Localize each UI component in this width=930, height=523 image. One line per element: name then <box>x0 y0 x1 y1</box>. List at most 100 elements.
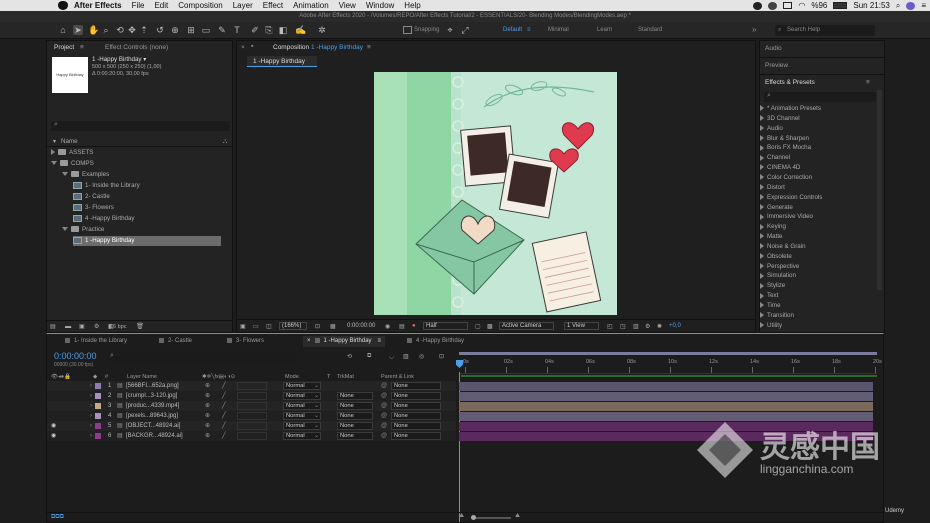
mode-dropdown-icon[interactable]: ⌄ <box>314 421 319 431</box>
effect-category[interactable]: Blur & Sharpen <box>760 134 809 144</box>
timeline-tab[interactable]: 1- Inside the Library <box>61 336 131 347</box>
project-item[interactable]: COMPS <box>51 159 94 169</box>
collapsed-icon[interactable] <box>51 149 55 156</box>
collapsed-icon[interactable] <box>760 292 764 299</box>
menu-window[interactable]: Window <box>366 1 394 10</box>
shy-switch-icon[interactable]: ⊕ <box>205 411 210 421</box>
project-item[interactable]: 3- Flowers <box>73 203 114 213</box>
expand-icon[interactable]: › <box>90 381 92 391</box>
menu-view[interactable]: View <box>339 1 356 10</box>
mode-header[interactable]: Mode <box>285 374 299 380</box>
shy-switch-icon[interactable]: ⊕ <box>205 401 210 411</box>
project-item[interactable]: 1 -Happy Birthday <box>73 236 221 246</box>
quality-switch-icon[interactable]: ╱ <box>222 381 226 391</box>
home-icon[interactable]: ⌂ <box>58 25 68 35</box>
zoom-slider[interactable] <box>471 515 511 520</box>
pickwhip-icon[interactable]: @ <box>381 401 387 411</box>
comp-canvas[interactable] <box>374 72 617 315</box>
fast-preview-icon[interactable]: ◳ <box>620 323 626 330</box>
expand-icon[interactable]: › <box>90 421 92 431</box>
frame-blending-icon[interactable]: ▥ <box>403 353 409 360</box>
draft-3d-icon[interactable]: ⧉ <box>367 353 371 360</box>
collapsed-icon[interactable] <box>760 322 764 329</box>
pan-camera-icon[interactable]: ✥ <box>127 25 137 35</box>
effects-menu-icon[interactable]: ≡ <box>866 79 870 86</box>
snap-options-icon[interactable]: ⤢ <box>460 25 470 35</box>
trash-icon[interactable]: 🗑 <box>136 322 144 332</box>
layer-name[interactable]: [crumpl...3-120.jpg] <box>126 391 177 401</box>
workspace-learn[interactable]: Learn <box>597 27 612 33</box>
layer-name[interactable]: [produc...4339.mp4] <box>126 401 179 411</box>
collapsed-icon[interactable] <box>760 262 764 269</box>
fit-icon[interactable]: ⊡ <box>315 323 320 330</box>
mode-dropdown-icon[interactable]: ⌄ <box>314 391 319 401</box>
effect-category[interactable]: Utility <box>760 321 782 331</box>
flowchart-viewer-icon[interactable]: ⚙ <box>645 323 650 330</box>
quality-switch-icon[interactable]: ╱ <box>222 391 226 401</box>
tab-menu-icon[interactable]: ≡ <box>378 338 382 344</box>
collapsed-icon[interactable] <box>760 154 764 161</box>
collapsed-icon[interactable] <box>760 253 764 260</box>
app-menu[interactable]: After Effects <box>74 1 122 10</box>
view-layout-dropdown[interactable]: 1 View <box>564 322 599 330</box>
zoom-tool-icon[interactable]: ⌕ <box>101 25 111 35</box>
timeline-search-input[interactable]: ⌕ <box>107 352 297 362</box>
pickwhip-icon[interactable]: @ <box>381 431 387 441</box>
mode-dropdown-icon[interactable]: ⌄ <box>314 431 319 441</box>
project-item[interactable]: ASSETS <box>51 148 93 158</box>
snapshot-icon[interactable]: ◉ <box>385 323 390 330</box>
expand-icon[interactable]: › <box>90 391 92 401</box>
clock[interactable]: Sun 21:53 <box>853 1 889 10</box>
collapsed-icon[interactable] <box>760 174 764 181</box>
layer-row[interactable]: ◉ › 5 ▤ [OBJECT...48924.ai] ⊕ ╱ Normal ⌄ None @ Non… <box>47 421 456 431</box>
effect-category[interactable]: 3D Channel <box>760 114 800 124</box>
apple-icon[interactable] <box>58 1 68 10</box>
selection-tool-icon[interactable]: ➤ <box>73 25 83 35</box>
pickwhip-icon[interactable]: @ <box>381 391 387 401</box>
menu-edit[interactable]: Edit <box>154 1 168 10</box>
rectangle-tool-icon[interactable]: ▭ <box>201 25 211 35</box>
quality-switch-icon[interactable]: ╱ <box>222 431 226 441</box>
collapsed-icon[interactable] <box>760 272 764 279</box>
effect-category[interactable]: Color Correction <box>760 173 812 183</box>
new-folder-icon[interactable]: ▬ <box>65 322 71 332</box>
timeline-tab[interactable]: × 1 -Happy Birthday ≡ <box>303 336 386 347</box>
pickwhip-icon[interactable]: @ <box>381 411 387 421</box>
project-settings-icon[interactable]: ⚙ <box>94 322 100 332</box>
menu-composition[interactable]: Composition <box>178 1 222 10</box>
effect-category[interactable]: Noise & Grain <box>760 242 806 252</box>
project-item[interactable]: 2- Castle <box>73 192 110 202</box>
zoom-dropdown[interactable]: (166%) <box>279 322 307 330</box>
collapsed-icon[interactable] <box>760 233 764 240</box>
collapsed-icon[interactable] <box>760 282 764 289</box>
trkmat-dropdown[interactable]: None <box>337 432 373 440</box>
visibility-eye-icon[interactable]: ◉ <box>51 421 56 431</box>
switch-boxes[interactable] <box>237 422 267 430</box>
effect-category[interactable]: CINEMA 4D <box>760 163 800 173</box>
mode-dropdown-icon[interactable]: ⌄ <box>314 381 319 391</box>
eraser-tool-icon[interactable]: ◧ <box>278 25 288 35</box>
shy-switch-icon[interactable]: ⊕ <box>205 391 210 401</box>
project-search-input[interactable]: ⌕ <box>51 121 230 131</box>
effect-category[interactable]: Text <box>760 291 778 301</box>
tab-effect-controls[interactable]: Effect Controls (none) <box>105 44 168 51</box>
menu-file[interactable]: File <box>132 1 145 10</box>
resolution-dropdown[interactable]: Half <box>423 322 468 330</box>
project-item[interactable]: 4 -Happy Birthday <box>73 214 135 224</box>
label-color[interactable] <box>95 383 101 389</box>
parent-dropdown[interactable]: None <box>391 382 441 390</box>
graph-editor-icon[interactable]: ⊡ <box>439 353 444 360</box>
shy-switch-icon[interactable]: ⊕ <box>205 421 210 431</box>
t-header[interactable]: T <box>327 374 330 380</box>
lock-icon[interactable]: ▪ <box>251 43 253 50</box>
pan-behind-icon[interactable]: ⊞ <box>186 25 196 35</box>
tab-audio[interactable]: Audio <box>765 45 782 52</box>
roi-icon[interactable]: ▢ <box>475 323 481 330</box>
visibility-off-icon[interactable] <box>51 391 57 401</box>
close-icon[interactable]: × <box>307 338 311 344</box>
collapsed-icon[interactable] <box>760 312 764 319</box>
comp-subtab[interactable]: 1 -Happy Birthday <box>247 56 317 67</box>
trkmat-dropdown[interactable]: None <box>337 422 373 430</box>
snap-icon[interactable]: ⌖ <box>445 25 455 35</box>
collapsed-icon[interactable] <box>760 203 764 210</box>
